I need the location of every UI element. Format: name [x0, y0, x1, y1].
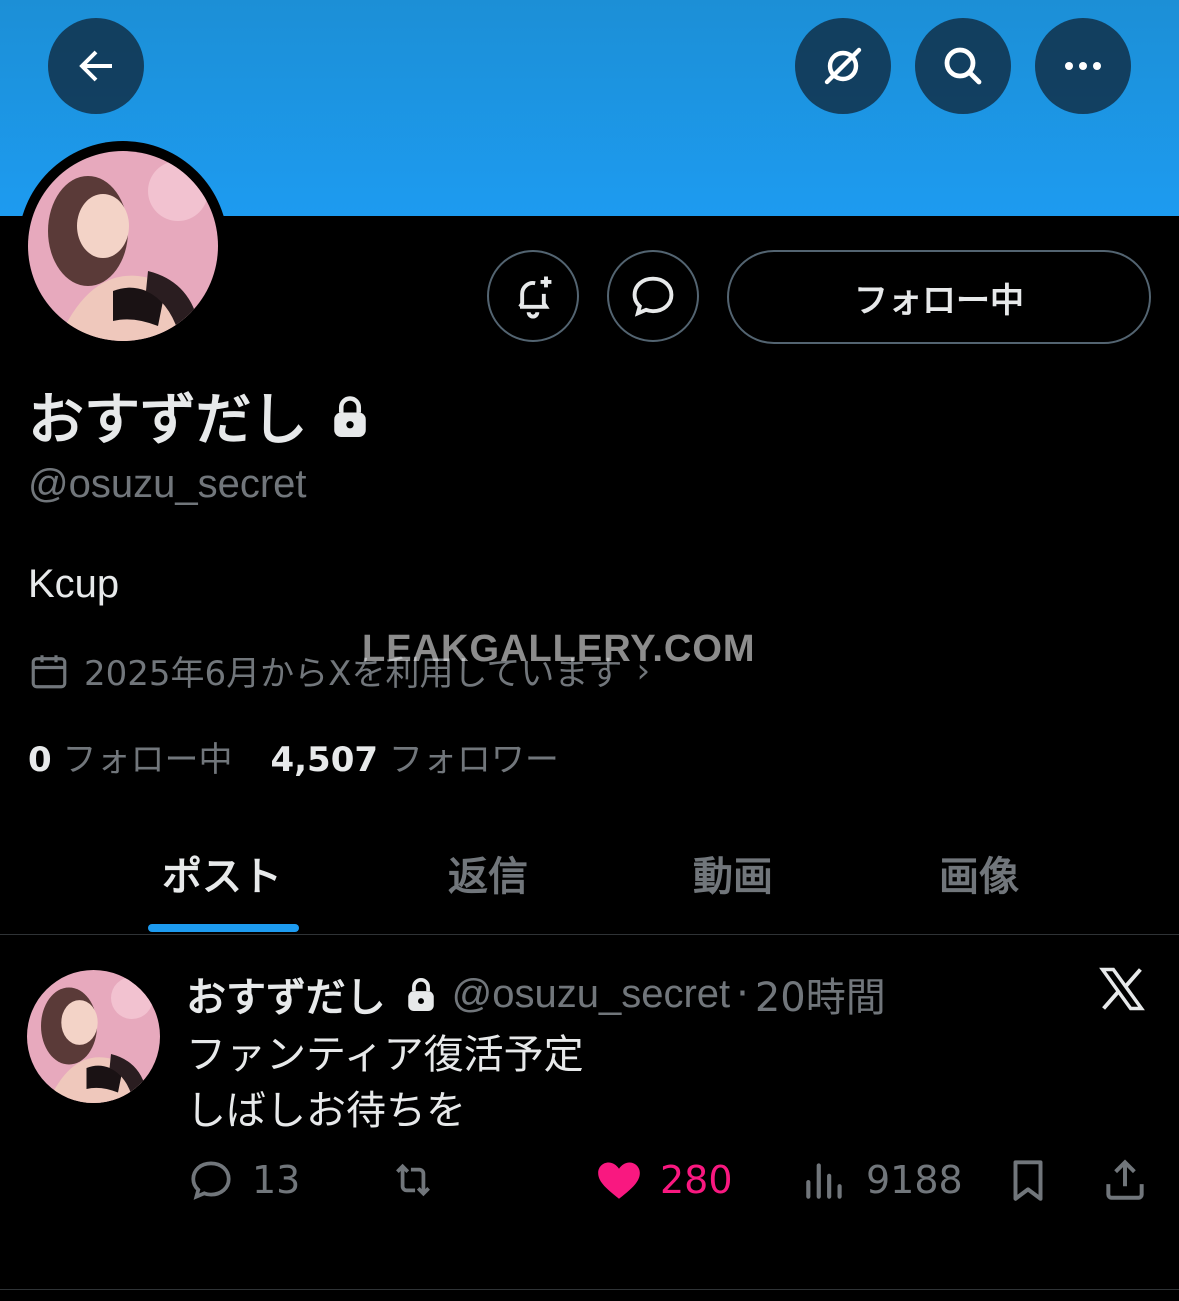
post-avatar[interactable]	[27, 970, 160, 1103]
follow-stats: 0 フォロー中 4,507 フォロワー	[28, 732, 559, 781]
search-button[interactable]	[915, 18, 1011, 114]
profile-display-name: おすずだし	[28, 375, 371, 456]
tab-replies[interactable]: 返信	[448, 844, 528, 902]
profile-handle: @osuzu_secret	[28, 462, 307, 506]
grok-icon	[824, 47, 862, 85]
search-icon	[944, 47, 982, 85]
post-time: 20時間	[754, 975, 886, 1021]
post-text: ファンティア復活予定 しばしお待ちを	[186, 1027, 584, 1139]
post-header: おすずだし @osuzu_secret · 20時間	[186, 965, 886, 1023]
active-tab-indicator	[148, 924, 299, 932]
x-logo-icon	[1099, 967, 1145, 1011]
share-button[interactable]	[1100, 1155, 1150, 1205]
like-count: 280	[660, 1158, 733, 1202]
watermark: LEAKGALLERY.COM	[362, 628, 756, 670]
arrow-left-icon	[79, 50, 112, 82]
more-button[interactable]	[1035, 18, 1131, 114]
post-text-line: ファンティア復活予定	[186, 1032, 584, 1078]
separator-dot: ·	[736, 971, 749, 1017]
tab-images[interactable]: 画像	[939, 844, 1019, 902]
calendar-icon	[31, 654, 67, 688]
grok-button[interactable]	[795, 18, 891, 114]
reply-button[interactable]: 13	[186, 1155, 300, 1205]
profile-avatar[interactable]	[18, 141, 228, 351]
lock-icon	[334, 395, 367, 437]
following-count: 0	[28, 740, 52, 780]
followers-count: 4,507	[270, 740, 379, 780]
avatar-photo	[27, 970, 160, 1103]
like-button[interactable]: 280	[594, 1155, 733, 1205]
following-button[interactable]: フォロー中	[727, 250, 1151, 344]
notification-button[interactable]	[487, 250, 579, 342]
followers-label: フォロワー	[388, 740, 559, 780]
bookmark-button[interactable]	[1003, 1155, 1053, 1205]
chat-bubble-icon	[632, 276, 674, 317]
profile-tabs: ポスト 返信 動画 画像	[0, 830, 1179, 935]
repost-icon	[396, 1163, 430, 1197]
message-button[interactable]	[607, 250, 699, 342]
post-text-line: しばしお待ちを	[186, 1088, 466, 1134]
profile-bio: Kcup	[28, 562, 120, 606]
post-item[interactable]: おすずだし @osuzu_secret · 20時間 ファンティア復活予定 しば…	[0, 935, 1179, 1290]
share-icon	[1106, 1159, 1144, 1200]
post-actions: 13 280 9188	[0, 1155, 1179, 1219]
views-button[interactable]: 9188	[800, 1155, 963, 1205]
views-chart-icon	[806, 1163, 842, 1199]
lock-icon	[407, 978, 434, 1011]
heart-filled-icon	[598, 1162, 640, 1199]
bell-plus-icon	[518, 276, 552, 319]
post-display-name[interactable]: おすずだし	[186, 965, 386, 1023]
view-count: 9188	[866, 1158, 963, 1202]
following-label: フォロー中	[62, 740, 233, 780]
reply-count: 13	[252, 1158, 301, 1202]
bookmark-icon	[1013, 1160, 1043, 1201]
avatar-photo	[28, 151, 218, 341]
back-button[interactable]	[48, 18, 144, 114]
post-handle[interactable]: @osuzu_secret	[452, 972, 731, 1017]
display-name-text: おすずだし	[28, 388, 308, 453]
reply-icon	[191, 1161, 231, 1200]
following-stat[interactable]: 0 フォロー中	[28, 740, 232, 780]
tab-posts[interactable]: ポスト	[162, 844, 282, 902]
followers-stat[interactable]: 4,507 フォロワー	[270, 740, 558, 780]
more-icon	[1065, 62, 1101, 70]
repost-button[interactable]	[388, 1155, 438, 1205]
tab-videos[interactable]: 動画	[693, 844, 773, 902]
